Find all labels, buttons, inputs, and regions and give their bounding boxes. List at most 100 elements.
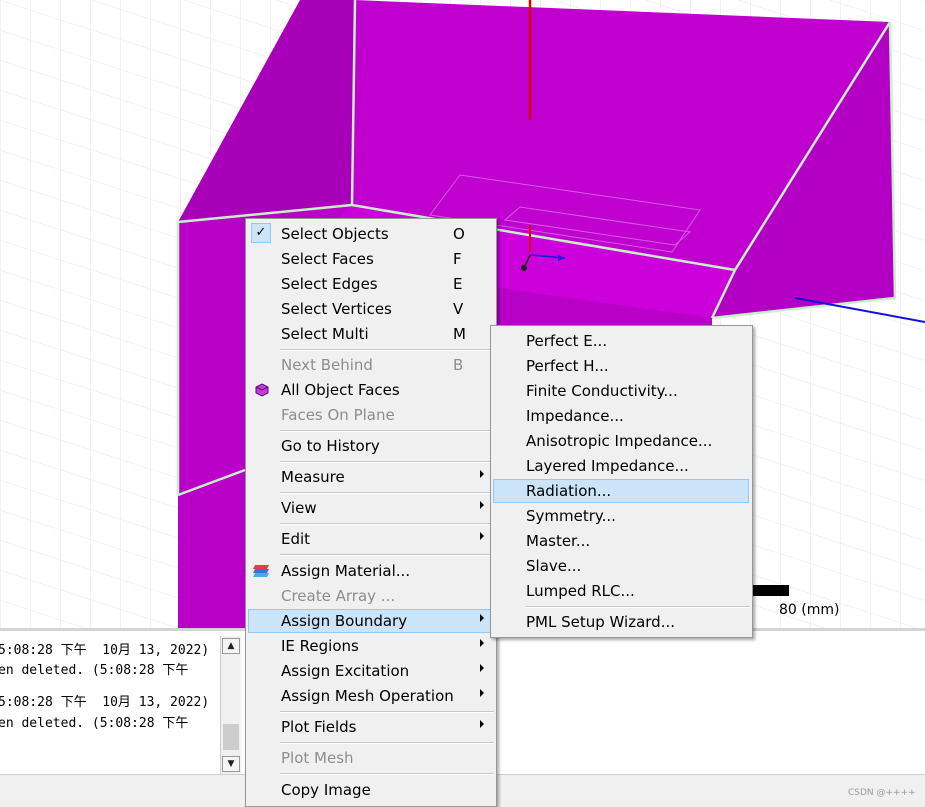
menu-item-assign-material[interactable]: Assign Material... xyxy=(248,559,494,583)
menu-item-label: Select Vertices xyxy=(281,300,392,318)
menu-item-label: Symmetry... xyxy=(526,507,616,525)
menu-item-label: Plot Fields xyxy=(281,718,357,736)
menu-item-copy-image[interactable]: Copy Image xyxy=(248,778,494,802)
menu-item-select-faces[interactable]: Select Faces F xyxy=(248,247,494,271)
menu-item-plot-fields[interactable]: Plot Fields xyxy=(248,715,494,739)
menu-item-plot-mesh[interactable]: Plot Mesh xyxy=(248,746,494,770)
shortcut-key: V xyxy=(453,300,464,318)
menu-item-label: Select Faces xyxy=(281,250,374,268)
menu-item-label: Perfect H... xyxy=(526,357,609,375)
submenu-item-lumped-rlc[interactable]: Lumped RLC... xyxy=(493,579,749,603)
submenu-item-finite-conductivity[interactable]: Finite Conductivity... xyxy=(493,379,749,403)
menu-item-label: Measure xyxy=(281,468,345,486)
watermark: CSDN @++++ xyxy=(848,788,916,798)
menu-item-label: Radiation... xyxy=(526,482,612,500)
shortcut-key: F xyxy=(453,250,462,268)
submenu-arrow-icon xyxy=(480,470,484,478)
menu-item-label: Select Multi xyxy=(281,325,369,343)
checkmark-icon: ✓ xyxy=(251,223,271,243)
menu-item-label: Lumped RLC... xyxy=(526,582,635,600)
menu-item-label: Anisotropic Impedance... xyxy=(526,432,713,450)
submenu-arrow-icon xyxy=(480,614,484,622)
assign-boundary-submenu: Perfect E... Perfect H... Finite Conduct… xyxy=(490,325,753,638)
menu-item-go-to-history[interactable]: Go to History xyxy=(248,434,494,458)
menu-item-label: Impedance... xyxy=(526,407,624,425)
menu-item-faces-on-plane[interactable]: Faces On Plane xyxy=(248,403,494,427)
submenu-arrow-icon xyxy=(480,501,484,509)
menu-item-edit[interactable]: Edit xyxy=(248,527,494,551)
menu-separator xyxy=(280,349,494,351)
scroll-thumb[interactable] xyxy=(223,724,239,750)
menu-item-label: Assign Boundary xyxy=(281,612,408,630)
menu-item-label: Next Behind xyxy=(281,356,373,374)
menu-item-select-objects[interactable]: ✓ Select Objects O xyxy=(248,222,494,246)
menu-item-label: Edit xyxy=(281,530,311,548)
menu-item-label: Copy Image xyxy=(281,781,371,799)
submenu-arrow-icon xyxy=(480,532,484,540)
menu-separator xyxy=(280,554,494,556)
shortcut-key: O xyxy=(453,225,465,243)
menu-separator xyxy=(280,461,494,463)
menu-item-next-behind[interactable]: Next Behind B xyxy=(248,353,494,377)
cube-icon xyxy=(255,383,269,397)
menu-item-label: Master... xyxy=(526,532,591,550)
submenu-item-anisotropic-impedance[interactable]: Anisotropic Impedance... xyxy=(493,429,749,453)
menu-item-all-object-faces[interactable]: All Object Faces xyxy=(248,378,494,402)
submenu-item-layered-impedance[interactable]: Layered Impedance... xyxy=(493,454,749,478)
menu-item-measure[interactable]: Measure xyxy=(248,465,494,489)
menu-item-assign-mesh-operation[interactable]: Assign Mesh Operation xyxy=(248,684,494,708)
scroll-up-icon[interactable]: ▲ xyxy=(222,638,240,654)
submenu-item-radiation[interactable]: Radiation... xyxy=(493,479,749,503)
scale-bar xyxy=(752,585,789,596)
menu-item-label: Plot Mesh xyxy=(281,749,354,767)
menu-item-label: IE Regions xyxy=(281,637,359,655)
menu-item-label: Layered Impedance... xyxy=(526,457,689,475)
menu-item-label: Faces On Plane xyxy=(281,406,395,424)
menu-item-label: Select Edges xyxy=(281,275,378,293)
log-line: en deleted. (5:08:28 下午 xyxy=(0,663,189,678)
menu-item-view[interactable]: View xyxy=(248,496,494,520)
menu-item-label: Finite Conductivity... xyxy=(526,382,678,400)
menu-separator xyxy=(280,773,494,775)
menu-separator xyxy=(280,430,494,432)
shortcut-key: E xyxy=(453,275,463,293)
submenu-item-impedance[interactable]: Impedance... xyxy=(493,404,749,428)
submenu-arrow-icon xyxy=(480,689,484,697)
submenu-item-slave[interactable]: Slave... xyxy=(493,554,749,578)
menu-item-assign-excitation[interactable]: Assign Excitation xyxy=(248,659,494,683)
context-menu: ✓ Select Objects O Select Faces F Select… xyxy=(245,218,497,807)
menu-item-create-array[interactable]: Create Array ... xyxy=(248,584,494,608)
menu-item-label: All Object Faces xyxy=(281,381,400,399)
scale-label: 80 (mm) xyxy=(779,602,840,618)
submenu-item-pml-setup-wizard[interactable]: PML Setup Wizard... xyxy=(493,610,749,634)
menu-item-ie-regions[interactable]: IE Regions xyxy=(248,634,494,658)
menu-separator xyxy=(280,492,494,494)
menu-item-select-edges[interactable]: Select Edges E xyxy=(248,272,494,296)
menu-item-select-multi[interactable]: Select Multi M xyxy=(248,322,494,346)
menu-item-label: Go to History xyxy=(281,437,380,455)
menu-item-label: Assign Mesh Operation xyxy=(281,687,454,705)
scroll-down-icon[interactable]: ▼ xyxy=(222,756,240,772)
submenu-item-perfect-h[interactable]: Perfect H... xyxy=(493,354,749,378)
log-line: 5:08:28 下午 10月 13, 2022) xyxy=(0,643,210,658)
log-line: 5:08:28 下午 10月 13, 2022) xyxy=(0,695,210,710)
origin-dot xyxy=(521,265,527,271)
log-scrollbar[interactable]: ▲ ▼ xyxy=(220,636,241,774)
menu-item-label: View xyxy=(281,499,317,517)
submenu-item-perfect-e[interactable]: Perfect E... xyxy=(493,329,749,353)
submenu-item-master[interactable]: Master... xyxy=(493,529,749,553)
menu-item-assign-boundary[interactable]: Assign Boundary xyxy=(248,609,494,633)
menu-item-label: Perfect E... xyxy=(526,332,608,350)
submenu-arrow-icon xyxy=(480,639,484,647)
menu-item-label: Slave... xyxy=(526,557,582,575)
submenu-item-symmetry[interactable]: Symmetry... xyxy=(493,504,749,528)
menu-separator xyxy=(280,523,494,525)
shortcut-key: M xyxy=(453,325,466,343)
menu-separator xyxy=(525,606,750,608)
menu-item-select-vertices[interactable]: Select Vertices V xyxy=(248,297,494,321)
menu-item-label: PML Setup Wizard... xyxy=(526,613,676,631)
menu-item-label: Assign Material... xyxy=(281,562,411,580)
menu-item-label: Select Objects xyxy=(281,225,389,243)
material-icon xyxy=(253,565,269,577)
shortcut-key: B xyxy=(453,356,464,374)
